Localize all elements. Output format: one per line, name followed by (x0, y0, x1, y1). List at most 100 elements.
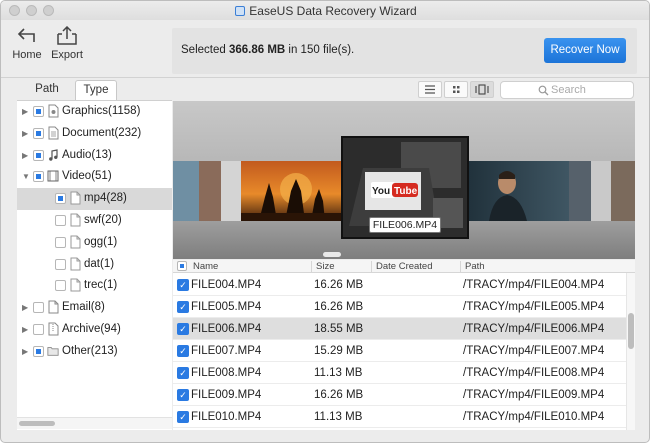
expanded-arrow-icon[interactable]: ▼ (22, 171, 30, 183)
column-header-size[interactable]: Size (316, 261, 334, 272)
tree-item[interactable]: ogg(1) (17, 232, 172, 254)
silhouette-image (241, 173, 341, 221)
tree-item-label: Email(8) (62, 301, 105, 314)
tab-path[interactable]: Path (19, 80, 75, 100)
row-checkbox[interactable]: ✓ (177, 345, 189, 357)
tree-item[interactable]: ▶ Audio(13) (17, 145, 172, 167)
tree-item[interactable]: ▶ Graphics(1158) (17, 101, 172, 123)
row-checkbox[interactable]: ✓ (177, 279, 189, 291)
tree-checkbox[interactable] (55, 193, 66, 205)
row-checkbox[interactable]: ✓ (177, 367, 189, 379)
tree-item[interactable]: dat(1) (17, 254, 172, 276)
tree-checkbox[interactable] (55, 215, 66, 226)
table-row[interactable]: ✓ FILE005.MP4 16.26 MB/TRACY/mp4/FILE005.M… (173, 296, 628, 318)
table-row[interactable]: ✓ FILE010.MP4 11.13 MB/TRACY/mp4/FILE010.M… (173, 406, 628, 428)
preview-thumbnail[interactable] (241, 161, 341, 221)
collapsed-arrow-icon[interactable]: ▶ (22, 346, 30, 358)
tab-type[interactable]: Type (75, 80, 117, 100)
file-type-tree: ▶ Graphics(1158) ▶ Document(232) ▶ Audio(13) ▼… (17, 100, 172, 430)
column-header-path[interactable]: Path (465, 261, 485, 272)
tree-checkbox[interactable] (33, 127, 44, 139)
tree-scroll-thumb[interactable] (19, 421, 55, 426)
column-separator[interactable] (311, 261, 312, 272)
tree-checkbox[interactable] (33, 149, 44, 161)
select-all-checkbox[interactable] (177, 261, 187, 271)
column-separator[interactable] (371, 261, 372, 272)
file-icon (69, 275, 83, 297)
tree-item[interactable]: ▶ Email(8) (17, 297, 172, 319)
cell-path: /TRACY/mp4/FILE009.MP4 (463, 389, 605, 401)
export-button[interactable]: Export (47, 26, 87, 61)
tree-checkbox[interactable] (33, 171, 44, 183)
collapsed-arrow-icon[interactable]: ▶ (22, 150, 30, 162)
tree-item-label: swf(20) (84, 214, 122, 226)
table-row[interactable]: ✓ FILE007.MP4 15.29 MB/TRACY/mp4/FILE007.M… (173, 340, 628, 362)
file-icon (69, 210, 83, 232)
search-field[interactable]: Search (500, 81, 634, 99)
preview-thumbnail[interactable] (591, 161, 611, 221)
preview-thumbnail[interactable] (199, 161, 221, 221)
row-checkbox[interactable]: ✓ (177, 323, 189, 335)
tree-item-label: dat(1) (84, 257, 115, 270)
app-icon (235, 6, 246, 16)
app-window: EaseUS Data Recovery Wizard Home Export … (0, 0, 650, 443)
grid-view-button[interactable] (444, 81, 468, 98)
preview-thumbnail[interactable] (611, 161, 635, 221)
column-separator[interactable] (460, 261, 461, 272)
tree-item[interactable]: swf(20) (17, 210, 172, 232)
cell-size: 11.13 MB (314, 367, 363, 379)
list-view-icon (425, 85, 435, 94)
folder-icon (47, 341, 61, 363)
tree-horizontal-scrollbar[interactable] (17, 417, 172, 429)
coverflow-view-button[interactable] (470, 81, 494, 98)
table-row[interactable]: ✓ FILE006.MP4 18.55 MB/TRACY/mp4/FILE006.M… (173, 318, 628, 340)
list-view-button[interactable] (418, 81, 442, 98)
column-header-date[interactable]: Date Created (376, 261, 433, 272)
collapsed-arrow-icon[interactable]: ▶ (22, 302, 30, 314)
preview-thumbnail[interactable] (469, 161, 569, 221)
row-checkbox[interactable]: ✓ (177, 389, 189, 401)
tree-item[interactable]: ▶ Document(232) (17, 123, 172, 145)
tree-checkbox[interactable] (55, 280, 66, 292)
collapsed-arrow-icon[interactable]: ▶ (22, 128, 30, 140)
table-scroll-thumb[interactable] (628, 313, 634, 349)
tree-checkbox[interactable] (33, 345, 44, 357)
tree-checkbox[interactable] (33, 302, 44, 314)
home-button[interactable]: Home (7, 26, 47, 61)
tree-item-label: Document(232) (62, 126, 142, 139)
tree-item[interactable]: ▶ Other(213) (17, 341, 172, 363)
collapsed-arrow-icon[interactable]: ▶ (22, 324, 30, 336)
row-checkbox[interactable]: ✓ (177, 411, 189, 423)
column-header-name[interactable]: Name (193, 261, 218, 272)
collapsed-arrow-icon[interactable]: ▶ (22, 106, 30, 118)
table-row[interactable]: ✓ FILE004.MP4 16.26 MB/TRACY/mp4/FILE004.M… (173, 274, 628, 296)
table-row[interactable]: ✓ FILE008.MP4 11.13 MB/TRACY/mp4/FILE008.M… (173, 362, 628, 384)
recover-now-button[interactable]: Recover Now (544, 38, 626, 63)
preview-thumbnail[interactable] (569, 161, 591, 221)
person-image (489, 171, 527, 221)
tree-checkbox[interactable] (33, 324, 44, 335)
back-arrow-icon (17, 28, 35, 42)
search-placeholder: Search (551, 84, 586, 96)
cell-name: FILE004.MP4 (191, 279, 262, 291)
preview-thumbnail[interactable] (173, 161, 199, 221)
row-checkbox[interactable]: ✓ (177, 301, 189, 313)
video-icon (47, 166, 61, 188)
tree-item[interactable]: mp4(28) (17, 188, 172, 211)
preview-scroll-thumb[interactable] (323, 252, 341, 257)
tree-checkbox[interactable] (33, 106, 44, 117)
selection-prefix: Selected (181, 44, 229, 56)
preview-scrollbar[interactable] (173, 251, 635, 258)
tree-item[interactable]: ▶ Archive(94) (17, 319, 172, 341)
tree-checkbox[interactable] (55, 236, 66, 248)
email-icon (47, 297, 61, 319)
selection-suffix: in 150 file(s). (285, 44, 355, 56)
table-vertical-scrollbar[interactable] (626, 273, 635, 430)
tree-item[interactable]: trec(1) (17, 275, 172, 297)
table-row[interactable]: ✓ FILE009.MP4 16.26 MB/TRACY/mp4/FILE009.M… (173, 384, 628, 406)
tree-item-label: ogg(1) (84, 235, 118, 248)
tree-checkbox[interactable] (55, 258, 66, 270)
tree-item[interactable]: ▼ Video(51) (17, 166, 172, 188)
youtube-logo-you: You (372, 186, 390, 197)
preview-thumbnail[interactable] (221, 161, 241, 221)
